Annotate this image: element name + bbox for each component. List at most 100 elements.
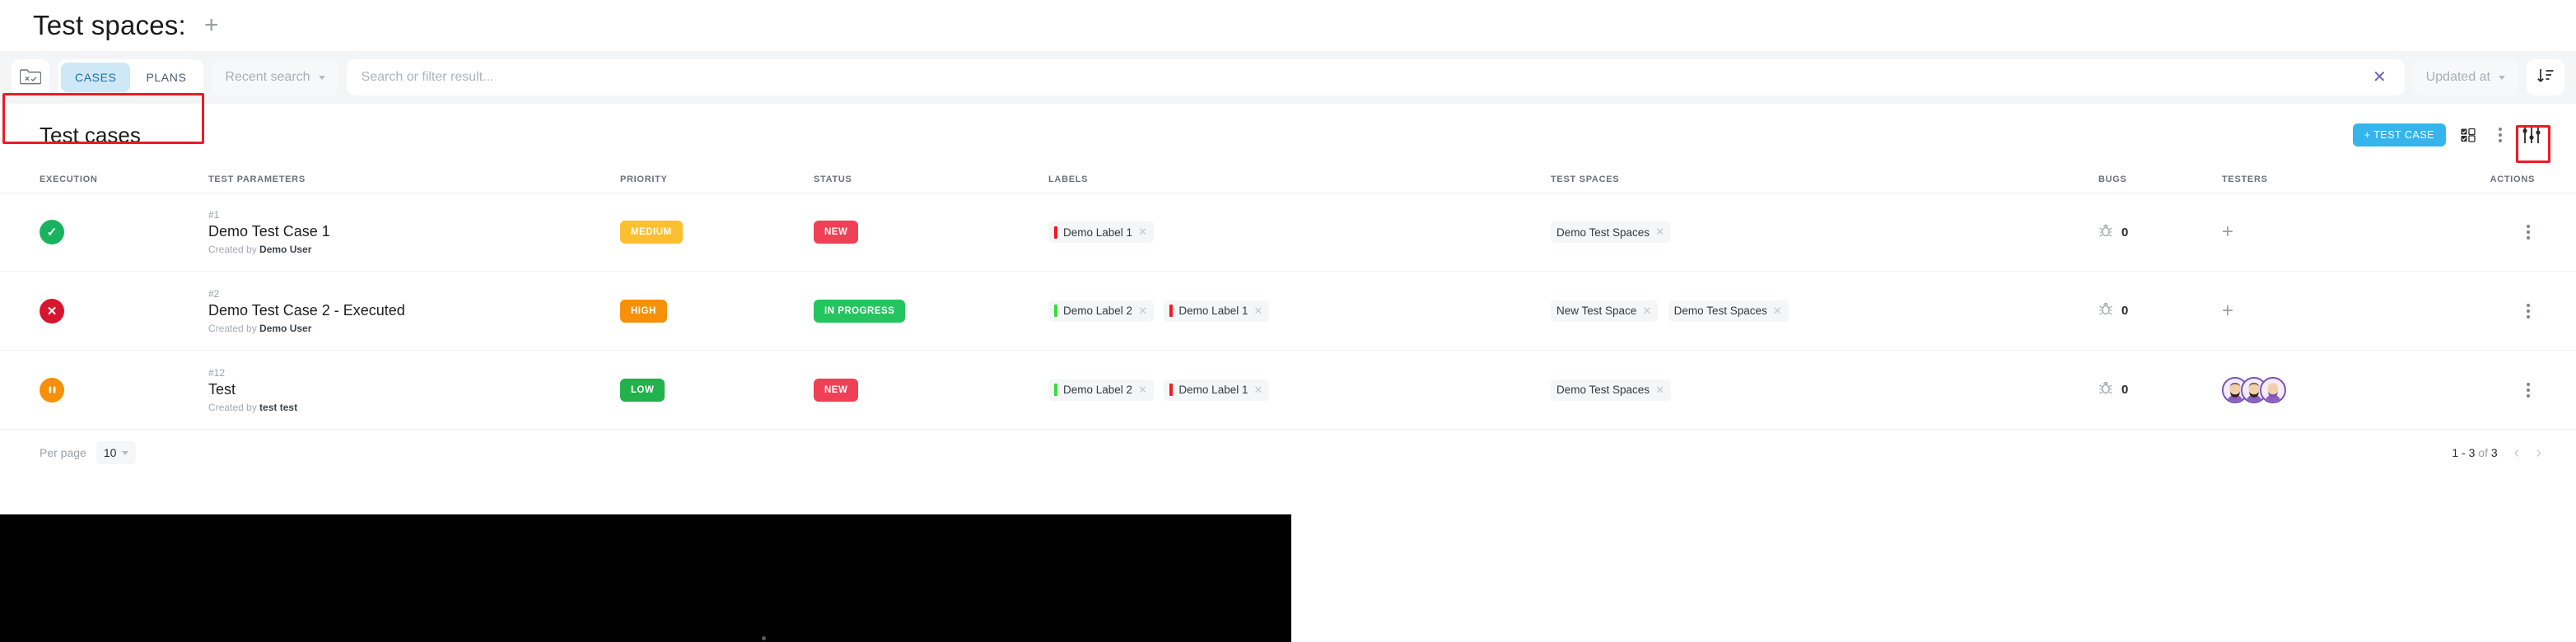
test-space-chip[interactable]: Demo Test Spaces ✕ [1551, 379, 1671, 401]
close-icon[interactable]: ✕ [1642, 305, 1651, 318]
table-footer: Per page 10 1 - 3 of 3 ‹ › [0, 430, 2576, 476]
cell-testers: + [2222, 300, 2428, 322]
test-case-name[interactable]: Demo Test Case 2 - Executed [208, 302, 620, 319]
priority-badge[interactable]: HIGH [620, 299, 667, 323]
label-color-bar [1054, 305, 1057, 317]
test-space-chip[interactable]: New Test Space ✕ [1551, 300, 1659, 322]
checkbox-grid-icon[interactable] [2461, 128, 2479, 142]
recent-search-dropdown[interactable]: Recent search [212, 59, 338, 95]
test-space-chip[interactable]: Demo Test Spaces ✕ [1551, 221, 1671, 243]
label-chip-text: Demo Label 2 [1063, 305, 1133, 317]
bug-icon [2098, 380, 2113, 399]
per-page-value: 10 [103, 446, 117, 459]
close-icon[interactable]: ✕ [1138, 305, 1147, 318]
priority-badge[interactable]: MEDIUM [620, 221, 683, 244]
table-header-row: EXECUTION TEST PARAMETERS PRIORITY STATU… [0, 166, 2576, 193]
tester-avatar-group[interactable] [2222, 376, 2428, 403]
row-actions-icon[interactable] [2522, 299, 2535, 323]
check-icon[interactable]: ✓ [40, 220, 64, 244]
close-icon[interactable]: ✕ [1655, 384, 1664, 397]
column-header-status: STATUS [814, 174, 852, 184]
content-more-icon[interactable] [2494, 123, 2507, 147]
bug-count: 0 [2121, 304, 2129, 318]
table-body: ✓ #1 Demo Test Case 1 Created by Demo Us… [0, 193, 2576, 430]
pagination: 1 - 3 of 3 ‹ › [2452, 444, 2541, 461]
priority-badge[interactable]: LOW [620, 378, 665, 402]
close-icon[interactable]: ✕ [1655, 226, 1664, 239]
close-icon[interactable]: ✕ [1138, 384, 1147, 397]
test-case-id: #1 [208, 209, 220, 221]
sort-field-label: Updated at [2425, 70, 2490, 84]
table-row[interactable]: ✕ #2 Demo Test Case 2 - Executed Created… [0, 272, 2576, 351]
test-case-author: Created by Demo User [208, 322, 312, 334]
sort-direction-button[interactable] [2527, 59, 2564, 95]
label-chip[interactable]: Demo Label 1 ✕ [1164, 379, 1270, 401]
bug-icon [2098, 301, 2113, 320]
table-row[interactable]: ✓ #1 Demo Test Case 1 Created by Demo Us… [0, 193, 2576, 272]
close-icon[interactable]: ✕ [40, 298, 64, 323]
label-chip[interactable]: Demo Label 2 ✕ [1048, 300, 1154, 322]
test-space-chip[interactable]: Demo Test Spaces ✕ [1668, 300, 1789, 322]
chevron-down-icon [122, 450, 129, 455]
pause-icon[interactable] [40, 377, 64, 402]
search-box[interactable]: ✕ [346, 59, 2405, 95]
cell-testers: + [2222, 222, 2428, 242]
chevron-down-icon [2499, 75, 2505, 80]
chevron-left-icon[interactable]: ‹ [2514, 444, 2520, 461]
test-case-name[interactable]: Demo Test Case 1 [208, 223, 620, 240]
close-icon[interactable]: ✕ [1138, 226, 1147, 239]
row-actions-icon[interactable] [2522, 378, 2535, 402]
cell-priority: MEDIUM [620, 221, 814, 244]
test-space-chip-text: New Test Space [1556, 305, 1637, 317]
avatar[interactable] [2260, 376, 2286, 403]
column-header-priority: PRIORITY [620, 174, 668, 184]
close-icon[interactable]: ✕ [1773, 305, 1782, 318]
label-chip[interactable]: Demo Label 2 ✕ [1048, 379, 1154, 401]
test-case-name[interactable]: Test [208, 381, 620, 398]
tab-plans[interactable]: PLANS [132, 63, 200, 92]
label-chip-text: Demo Label 2 [1063, 384, 1133, 396]
author-name: test test [259, 401, 298, 413]
cell-labels: Demo Label 1 ✕ [1048, 221, 1551, 243]
section-title: Test cases [40, 122, 141, 147]
cell-bugs: 0 [2098, 301, 2222, 320]
cell-test-parameters: #2 Demo Test Case 2 - Executed Created b… [208, 288, 620, 334]
close-icon[interactable]: ✕ [1253, 384, 1262, 397]
close-icon[interactable]: ✕ [1253, 305, 1262, 318]
add-test-space-icon[interactable]: + [204, 13, 219, 38]
chevron-right-icon[interactable]: › [2536, 444, 2541, 461]
search-input[interactable] [361, 70, 2369, 85]
content-header-actions: + TEST CASE [2352, 123, 2541, 147]
column-header-bugs: BUGS [2098, 174, 2127, 184]
label-color-bar [1169, 384, 1174, 396]
label-chip-text: Demo Label 1 [1063, 226, 1133, 239]
add-tester-icon[interactable]: + [2222, 221, 2233, 243]
table-row[interactable]: #12 Test Created by test test LOW NEW De… [0, 351, 2576, 430]
status-badge[interactable]: NEW [814, 378, 859, 402]
cell-status: IN PROGRESS [814, 299, 1048, 323]
test-space-chip-text: Demo Test Spaces [1673, 305, 1767, 317]
add-test-case-button[interactable]: + TEST CASE [2352, 123, 2446, 147]
column-header-test-parameters: TEST PARAMETERS [208, 174, 306, 184]
sliders-icon[interactable] [2522, 126, 2541, 144]
tab-cases[interactable]: CASES [61, 63, 131, 92]
toolbar: CASES PLANS Recent search ✕ Updated at [0, 51, 2576, 144]
pagination-range-total: 3 [2490, 446, 2498, 459]
status-badge[interactable]: NEW [814, 221, 859, 244]
test-space-chip-text: Demo Test Spaces [1556, 226, 1650, 239]
cell-test-parameters: #1 Demo Test Case 1 Created by Demo User [208, 209, 620, 255]
test-space-folder-button[interactable] [12, 59, 49, 95]
folder-test-icon [19, 67, 42, 89]
add-tester-icon[interactable]: + [2222, 300, 2233, 322]
label-chip[interactable]: Demo Label 1 ✕ [1164, 300, 1270, 322]
author-name: Demo User [259, 244, 312, 255]
close-icon[interactable]: ✕ [2369, 69, 2390, 86]
row-actions-icon[interactable] [2522, 220, 2535, 244]
label-color-bar [1054, 384, 1057, 396]
app-root: Test spaces: + CASES PLANS Recent search… [0, 0, 2576, 642]
sort-field-dropdown[interactable]: Updated at [2412, 59, 2518, 95]
label-color-bar [1054, 226, 1057, 239]
per-page-select[interactable]: 10 [96, 441, 137, 464]
label-chip[interactable]: Demo Label 1 ✕ [1048, 221, 1154, 243]
status-badge[interactable]: IN PROGRESS [814, 299, 906, 323]
